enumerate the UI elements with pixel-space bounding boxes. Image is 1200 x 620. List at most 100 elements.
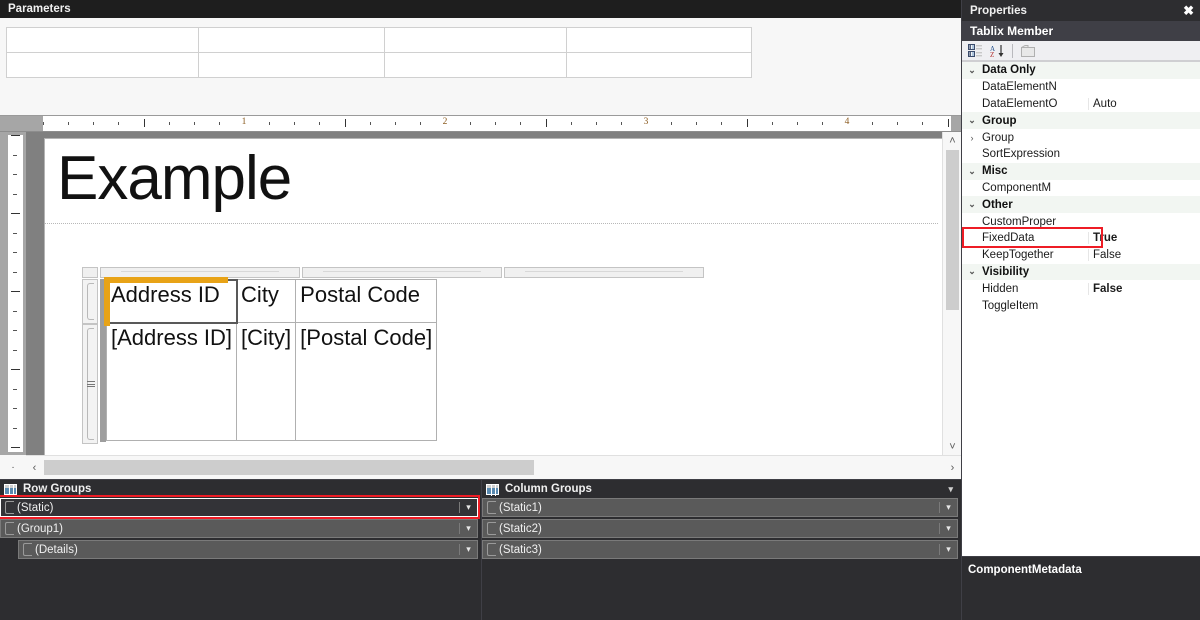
tablix-detail-cell-city[interactable]: [City] [236,322,297,441]
tablix-corner-handle[interactable] [82,267,98,278]
parameter-cell[interactable] [198,27,385,53]
column-handle[interactable] [302,267,502,278]
expander-icon[interactable]: ⌄ [962,166,982,177]
row-groups-list[interactable]: (Static) ▾ (Group1) ▾ (Details) ▾ [0,498,481,620]
report-title-textbox[interactable]: Example [57,143,292,214]
group-row[interactable]: (Static) ▾ [0,498,478,517]
property-row[interactable]: DataElementO Auto [962,96,1200,113]
parameter-cell[interactable] [384,27,567,53]
tablix-detail-cell-address-id[interactable]: [Address ID] [105,322,238,441]
properties-grid[interactable]: ⌄ Data Only DataElementN DataElementO Auto ⌄ G… [962,61,1200,556]
scroll-right-arrow-icon[interactable]: › [944,456,961,479]
parameter-cell[interactable] [566,52,752,78]
report-body[interactable]: Example Address ID City Postal Code [Add… [44,138,942,455]
expander-icon[interactable]: ⌄ [962,266,982,277]
group-drag-handle[interactable] [487,501,496,514]
parameter-cell[interactable] [6,27,199,53]
property-row[interactable]: FixedData True [962,230,1200,247]
chevron-down-icon[interactable]: ▾ [939,544,957,555]
property-row[interactable]: DataElementN [962,79,1200,96]
ruler-tick [721,122,723,125]
alphabetical-sort-icon[interactable]: A Z [988,42,1006,59]
group-drag-handle[interactable] [5,522,14,535]
property-value[interactable]: Auto [1088,97,1200,110]
design-horizontal-scrollbar[interactable]: ‹ › [26,455,961,479]
ruler-tick [520,122,522,125]
tablix-header-cell-city[interactable]: City [236,279,297,323]
group-drag-handle[interactable] [5,501,14,514]
tablix-header-cell-postal-code[interactable]: Postal Code [295,279,438,323]
tablix-header-cell-address-id[interactable]: Address ID [104,277,238,326]
group-row[interactable]: (Static2) ▾ [482,519,958,538]
chevron-down-icon[interactable]: ▾ [939,523,957,534]
ruler-label: 1 [241,117,247,127]
property-pages-icon[interactable] [1019,42,1037,59]
chevron-down-icon[interactable]: ▾ [459,544,477,555]
table-row[interactable]: [Address ID] [City] [Postal Code] [105,322,438,441]
property-name: Misc [982,165,1008,178]
table-row[interactable] [6,27,752,53]
parameter-cell[interactable] [6,52,199,78]
property-row[interactable]: Hidden False [962,280,1200,297]
vertical-scroll-thumb[interactable] [946,150,959,310]
ruler-tick [168,122,170,125]
property-category-row[interactable]: ⌄ Misc [962,162,1200,180]
property-row[interactable]: › Group [962,129,1200,146]
ruler-tick [922,122,924,125]
property-row[interactable]: ComponentM [962,180,1200,197]
property-row[interactable]: SortExpression [962,146,1200,163]
group-label: (Static1) [499,501,542,514]
parameters-grid[interactable] [6,27,752,78]
tablix-grid[interactable]: Address ID City Postal Code [Address ID]… [104,277,438,441]
property-value[interactable]: False [1088,249,1200,262]
scroll-left-arrow-icon[interactable]: ‹ [26,456,43,479]
chevron-down-icon[interactable]: ▾ [459,523,477,534]
property-category-row[interactable]: ⌄ Other [962,196,1200,214]
column-handle[interactable] [504,267,704,278]
close-icon[interactable]: ✖ [1183,4,1194,17]
column-groups-list[interactable]: (Static1) ▾ (Static2) ▾ (Static3) ▾ [482,498,961,620]
chevron-down-icon[interactable]: ▾ [948,484,953,495]
group-row[interactable]: (Static3) ▾ [482,540,958,559]
expander-icon[interactable]: › [962,133,982,143]
property-value[interactable]: False [1088,282,1200,295]
design-canvas[interactable]: Example Address ID City Postal Code [Add… [26,132,942,455]
parameter-cell[interactable] [566,27,752,53]
ruler-tick [13,232,17,234]
design-vertical-scrollbar[interactable]: ˄ ˅ [942,132,961,455]
group-row[interactable]: (Details) ▾ [18,540,478,559]
property-row[interactable]: ToggleItem [962,297,1200,314]
expander-icon[interactable]: ⌄ [962,199,982,210]
row-handle-detail[interactable] [82,324,98,444]
group-drag-handle[interactable] [23,543,32,556]
table-row[interactable]: Address ID City Postal Code [104,277,438,326]
tablix-detail-cell-postal-code[interactable]: [Postal Code] [295,322,438,441]
property-category-row[interactable]: ⌄ Data Only [962,62,1200,79]
group-drag-handle[interactable] [487,543,496,556]
scroll-up-arrow-icon[interactable]: ˄ [943,132,961,149]
chevron-down-icon[interactable]: ▾ [459,502,477,513]
expander-icon[interactable]: ⌄ [962,65,982,76]
row-handle-header[interactable] [82,279,98,324]
group-drag-handle[interactable] [487,522,496,535]
expander-icon[interactable]: ⌄ [962,115,982,126]
property-row[interactable]: CustomProper [962,213,1200,230]
group-row[interactable]: (Group1) ▾ [0,519,478,538]
group-row[interactable]: (Static1) ▾ [482,498,958,517]
property-row[interactable]: KeepTogether False [962,247,1200,264]
categorized-view-icon[interactable] [966,42,984,59]
report-design-surface[interactable]: 1234 Example Address ID City Postal Code… [0,116,961,479]
scroll-down-arrow-icon[interactable]: ˅ [943,438,961,455]
parameter-cell[interactable] [198,52,385,78]
group-label: (Static) [17,501,54,514]
parameter-cell[interactable] [384,52,567,78]
property-category-row[interactable]: ⌄ Visibility [962,263,1200,281]
property-value[interactable]: True [1088,232,1200,245]
table-row[interactable] [6,52,752,78]
properties-toolbar[interactable]: A Z [962,41,1200,61]
chevron-down-icon[interactable]: ▾ [939,502,957,513]
property-category-row[interactable]: ⌄ Group [962,112,1200,130]
ruler-collapse-button[interactable]: · [0,455,26,479]
ruler-tick [13,154,17,156]
horizontal-scroll-thumb[interactable] [44,460,534,475]
